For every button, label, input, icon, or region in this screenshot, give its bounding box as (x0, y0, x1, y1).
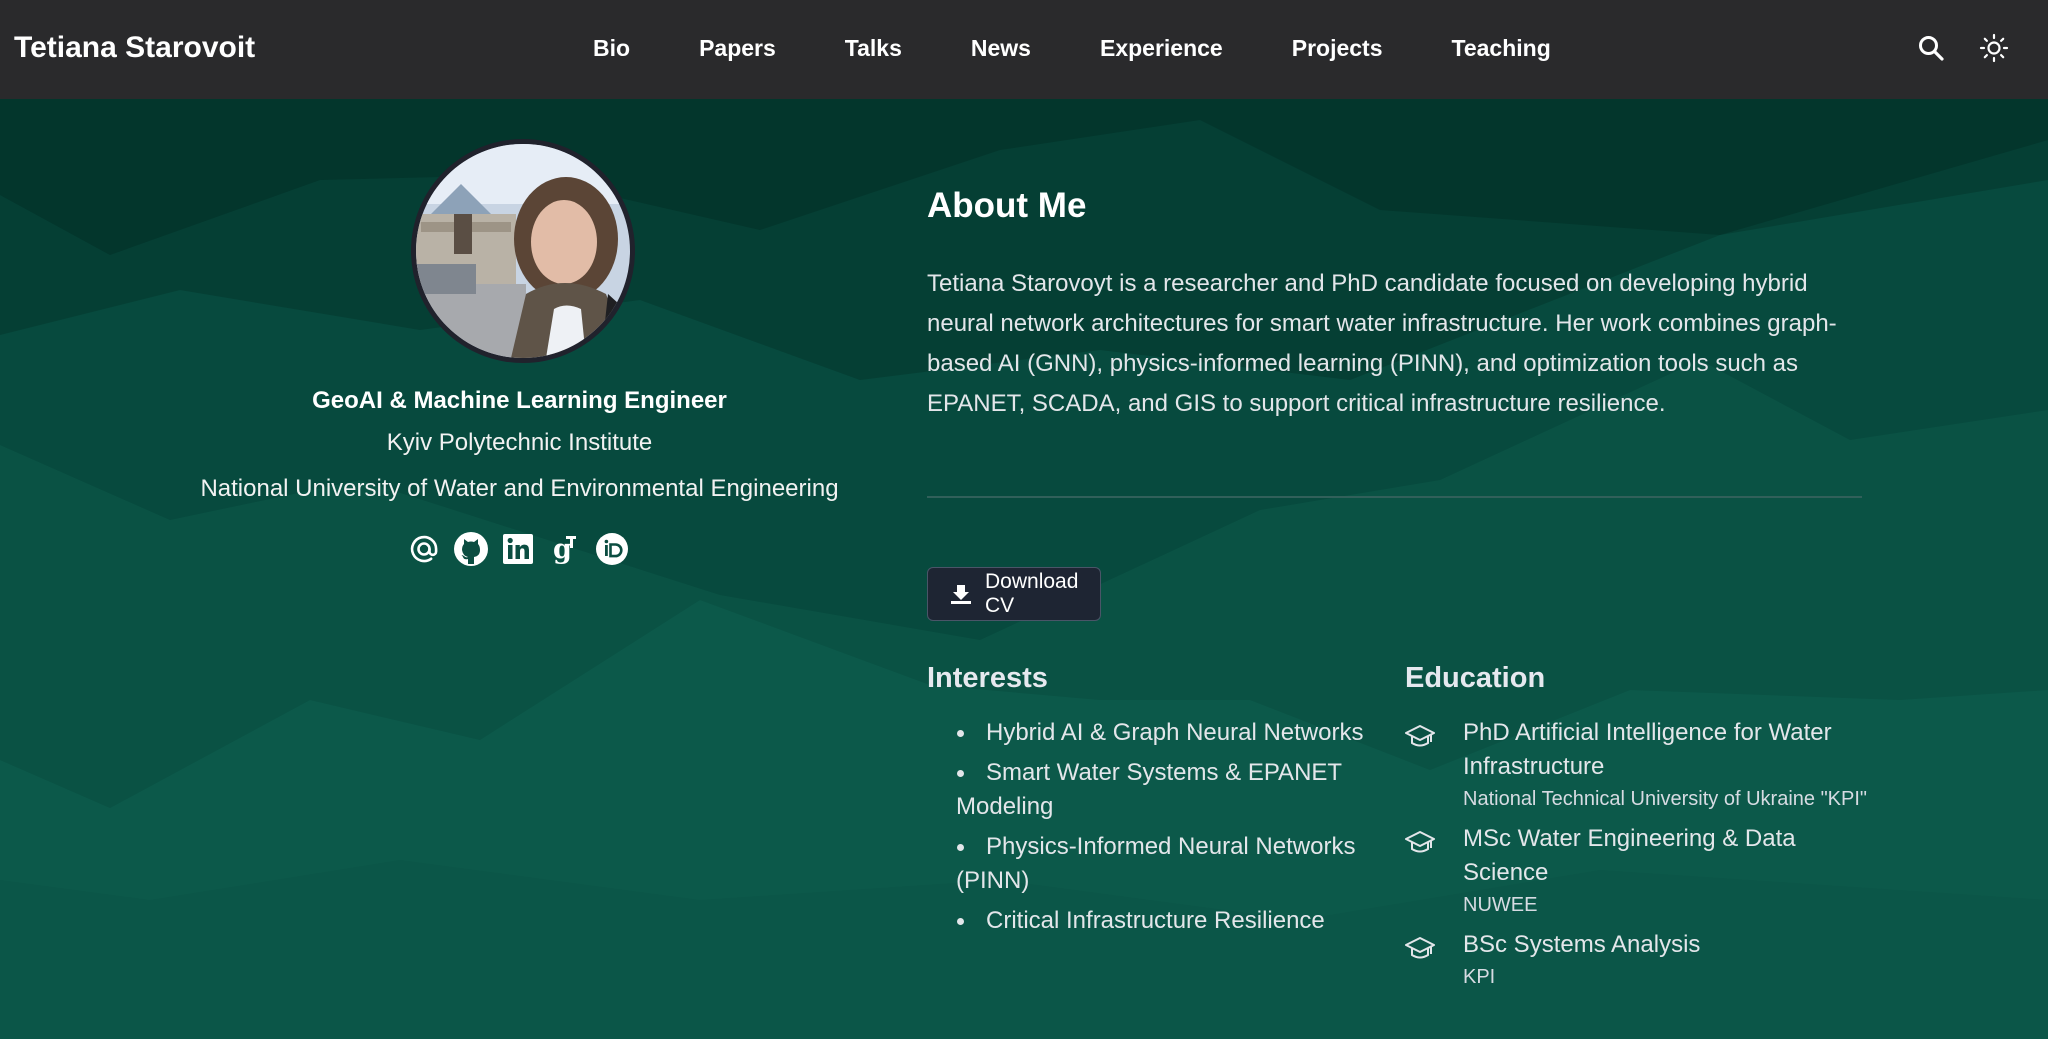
interests-list: Hybrid AI & Graph Neural Networks Smart … (927, 716, 1372, 944)
list-item: Smart Water Systems & EPANET Modeling (927, 756, 1372, 824)
education-institution: KPI (1463, 966, 1496, 988)
education-title: Education (1405, 662, 1546, 694)
graduation-cap-icon (1405, 725, 1435, 747)
list-item: Hybrid AI & Graph Neural Networks (927, 716, 1372, 750)
avatar (411, 139, 635, 363)
orcid-icon[interactable] (594, 531, 630, 567)
download-cv-button[interactable]: Download CV (927, 567, 1101, 621)
interest-label: Smart Water Systems & EPANET Modeling (956, 759, 1342, 820)
search-icon[interactable] (1913, 30, 1949, 66)
education-degree: MSc Water Engineering & Data Science (1463, 825, 1796, 886)
interest-label: Critical Infrastructure Resilience (986, 907, 1325, 934)
top-navbar: Tetiana Starovoit Bio Papers Talks News … (0, 0, 2048, 99)
list-item: Critical Infrastructure Resilience (927, 904, 1372, 938)
list-item: Physics-Informed Neural Networks (PINN) (927, 830, 1372, 898)
profile-affiliation-2: National University of Water and Environ… (200, 475, 839, 502)
section-divider (927, 496, 1862, 498)
interest-label: Hybrid AI & Graph Neural Networks (986, 719, 1364, 746)
sun-icon[interactable] (1976, 30, 2012, 66)
nav-news[interactable]: News (971, 35, 1031, 61)
download-cv-label: Download CV (985, 570, 1079, 617)
graduation-cap-icon (1405, 831, 1435, 853)
social-links: g (406, 529, 641, 569)
about-title: About Me (927, 186, 1087, 225)
graduation-cap-icon (1405, 937, 1435, 959)
download-icon (950, 583, 972, 605)
site-brand[interactable]: Tetiana Starovoit (14, 0, 255, 96)
education-degree: PhD Artificial Intelligence for Water In… (1463, 719, 1832, 780)
nav-talks[interactable]: Talks (845, 35, 902, 61)
profile-role: GeoAI & Machine Learning Engineer (312, 387, 727, 414)
google-scholar-icon[interactable]: g (547, 531, 583, 567)
education-institution: NUWEE (1463, 894, 1538, 916)
nav-papers[interactable]: Papers (699, 35, 776, 61)
list-item: BSc Systems Analysis KPI (1405, 928, 1875, 992)
nav-bio[interactable]: Bio (593, 35, 630, 61)
nav-teaching[interactable]: Teaching (1452, 35, 1551, 61)
education-list: PhD Artificial Intelligence for Water In… (1405, 716, 1875, 1000)
github-icon[interactable] (453, 531, 489, 567)
linkedin-icon[interactable] (500, 531, 536, 567)
list-item: PhD Artificial Intelligence for Water In… (1405, 716, 1875, 814)
email-icon[interactable] (406, 531, 442, 567)
nav-projects[interactable]: Projects (1292, 35, 1383, 61)
about-description: Tetiana Starovoyt is a researcher and Ph… (927, 270, 1837, 417)
education-degree: BSc Systems Analysis (1463, 931, 1701, 958)
profile-affiliation-1: Kyiv Polytechnic Institute (386, 429, 653, 456)
education-institution: National Technical University of Ukraine… (1463, 788, 1868, 810)
nav-experience[interactable]: Experience (1100, 35, 1223, 61)
list-item: MSc Water Engineering & Data Science NUW… (1405, 822, 1875, 920)
main-menu: Bio Papers Talks News Experience Project… (593, 0, 1551, 96)
interests-title: Interests (927, 662, 1048, 694)
interest-label: Physics-Informed Neural Networks (PINN) (956, 833, 1356, 894)
